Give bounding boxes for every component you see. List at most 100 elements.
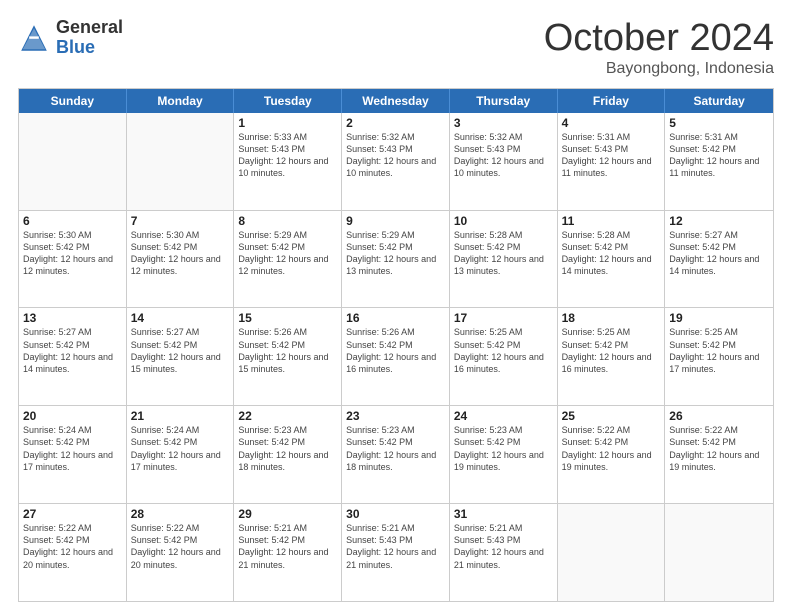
day-number: 24 (454, 409, 553, 423)
calendar-cell-13: 13Sunrise: 5:27 AM Sunset: 5:42 PM Dayli… (19, 308, 127, 405)
day-number: 27 (23, 507, 122, 521)
day-info: Sunrise: 5:21 AM Sunset: 5:42 PM Dayligh… (238, 522, 337, 571)
day-number: 1 (238, 116, 337, 130)
day-info: Sunrise: 5:27 AM Sunset: 5:42 PM Dayligh… (669, 229, 769, 278)
calendar-cell-15: 15Sunrise: 5:26 AM Sunset: 5:42 PM Dayli… (234, 308, 342, 405)
logo-blue-label: Blue (56, 38, 123, 58)
calendar-cell-16: 16Sunrise: 5:26 AM Sunset: 5:42 PM Dayli… (342, 308, 450, 405)
calendar-row-1: 6 Sunrise: 5:30 AM Sunset: 5:42 PM Daylig… (19, 210, 773, 308)
day-number: 20 (23, 409, 122, 423)
day-info: Sunrise: 5:28 AM Sunset: 5:42 PM Dayligh… (562, 229, 661, 278)
header: General Blue October 2024 Bayongbong, In… (18, 18, 774, 78)
calendar-row-3: 20 Sunrise: 5:24 AM Sunset: 5:42 PM Dayli… (19, 405, 773, 503)
day-number: 21 (131, 409, 230, 423)
calendar-cell-6: 6Sunrise: 5:30 AM Sunset: 5:42 PM Daylig… (19, 211, 127, 308)
day-number: 6 (23, 214, 122, 228)
logo: General Blue (18, 18, 123, 58)
day-number: 10 (454, 214, 553, 228)
day-info: Sunrise: 5:33 AM Sunset: 5:43 PM Dayligh… (238, 131, 337, 180)
day-info: Sunrise: 5:22 AM Sunset: 5:42 PM Dayligh… (562, 424, 661, 473)
day-info: Sunrise: 5:31 AM Sunset: 5:43 PM Dayligh… (562, 131, 661, 180)
calendar-cell-empty (127, 113, 235, 210)
calendar-cell-18: 18Sunrise: 5:25 AM Sunset: 5:42 PM Dayli… (558, 308, 666, 405)
header-tuesday: Tuesday (234, 89, 342, 113)
calendar-cell-29: 29Sunrise: 5:21 AM Sunset: 5:42 PM Dayli… (234, 504, 342, 601)
day-info: Sunrise: 5:27 AM Sunset: 5:42 PM Dayligh… (131, 326, 230, 375)
day-number: 19 (669, 311, 769, 325)
day-number: 26 (669, 409, 769, 423)
day-number: 9 (346, 214, 445, 228)
calendar-row-2: 13Sunrise: 5:27 AM Sunset: 5:42 PM Dayli… (19, 307, 773, 405)
day-info: Sunrise: 5:24 AM Sunset: 5:42 PM Dayligh… (131, 424, 230, 473)
day-number: 12 (669, 214, 769, 228)
calendar-row-0: 1Sunrise: 5:33 AM Sunset: 5:43 PM Daylig… (19, 113, 773, 210)
header-monday: Monday (127, 89, 235, 113)
header-wednesday: Wednesday (342, 89, 450, 113)
calendar-cell-22: 22Sunrise: 5:23 AM Sunset: 5:42 PM Dayli… (234, 406, 342, 503)
calendar: Sunday Monday Tuesday Wednesday Thursday… (18, 88, 774, 602)
header-friday: Friday (558, 89, 666, 113)
logo-general-label: General (56, 18, 123, 38)
calendar-cell-20: 20Sunrise: 5:24 AM Sunset: 5:42 PM Dayli… (19, 406, 127, 503)
day-number: 7 (131, 214, 230, 228)
title-location: Bayongbong, Indonesia (544, 60, 774, 78)
day-number: 30 (346, 507, 445, 521)
title-month: October 2024 (544, 18, 774, 60)
day-number: 29 (238, 507, 337, 521)
calendar-header: Sunday Monday Tuesday Wednesday Thursday… (19, 89, 773, 113)
day-number: 4 (562, 116, 661, 130)
day-number: 5 (669, 116, 769, 130)
calendar-row-4: 27 Sunrise: 5:22 AM Sunset: 5:42 PM Dayli… (19, 503, 773, 601)
calendar-cell-17: 17Sunrise: 5:25 AM Sunset: 5:42 PM Dayli… (450, 308, 558, 405)
calendar-cell-12: 12Sunrise: 5:27 AM Sunset: 5:42 PM Dayli… (665, 211, 773, 308)
calendar-cell-11: 11Sunrise: 5:28 AM Sunset: 5:42 PM Dayli… (558, 211, 666, 308)
day-info: Sunrise: 5:22 AM Sunset: 5:42 PM Dayligh… (131, 522, 230, 571)
calendar-cell-3: 3Sunrise: 5:32 AM Sunset: 5:43 PM Daylig… (450, 113, 558, 210)
day-info: Sunrise: 5:29 AM Sunset: 5:42 PM Dayligh… (238, 229, 337, 278)
day-info: Sunrise: 5:29 AM Sunset: 5:42 PM Dayligh… (346, 229, 445, 278)
day-info: Sunrise: 5:32 AM Sunset: 5:43 PM Dayligh… (454, 131, 553, 180)
header-saturday: Saturday (665, 89, 773, 113)
day-info: Sunrise: 5:31 AM Sunset: 5:42 PM Dayligh… (669, 131, 769, 180)
calendar-cell-empty (19, 113, 127, 210)
calendar-cell-14: 14Sunrise: 5:27 AM Sunset: 5:42 PM Dayli… (127, 308, 235, 405)
day-number: 14 (131, 311, 230, 325)
day-info: Sunrise: 5:21 AM Sunset: 5:43 PM Dayligh… (454, 522, 553, 571)
calendar-cell-19: 19Sunrise: 5:25 AM Sunset: 5:42 PM Dayli… (665, 308, 773, 405)
day-info: Sunrise: 5:26 AM Sunset: 5:42 PM Dayligh… (346, 326, 445, 375)
day-info: Sunrise: 5:30 AM Sunset: 5:42 PM Dayligh… (131, 229, 230, 278)
day-number: 28 (131, 507, 230, 521)
calendar-cell-empty (665, 504, 773, 601)
day-info: Sunrise: 5:23 AM Sunset: 5:42 PM Dayligh… (346, 424, 445, 473)
calendar-cell-7: 7Sunrise: 5:30 AM Sunset: 5:42 PM Daylig… (127, 211, 235, 308)
calendar-cell-9: 9Sunrise: 5:29 AM Sunset: 5:42 PM Daylig… (342, 211, 450, 308)
title-block: October 2024 Bayongbong, Indonesia (544, 18, 774, 78)
calendar-cell-21: 21Sunrise: 5:24 AM Sunset: 5:42 PM Dayli… (127, 406, 235, 503)
calendar-cell-5: 5Sunrise: 5:31 AM Sunset: 5:42 PM Daylig… (665, 113, 773, 210)
calendar-cell-8: 8Sunrise: 5:29 AM Sunset: 5:42 PM Daylig… (234, 211, 342, 308)
calendar-cell-2: 2Sunrise: 5:32 AM Sunset: 5:43 PM Daylig… (342, 113, 450, 210)
day-number: 2 (346, 116, 445, 130)
calendar-cell-1: 1Sunrise: 5:33 AM Sunset: 5:43 PM Daylig… (234, 113, 342, 210)
calendar-cell-24: 24Sunrise: 5:23 AM Sunset: 5:42 PM Dayli… (450, 406, 558, 503)
calendar-cell-30: 30Sunrise: 5:21 AM Sunset: 5:43 PM Dayli… (342, 504, 450, 601)
calendar-body: 1Sunrise: 5:33 AM Sunset: 5:43 PM Daylig… (19, 113, 773, 601)
calendar-cell-31: 31Sunrise: 5:21 AM Sunset: 5:43 PM Dayli… (450, 504, 558, 601)
page: General Blue October 2024 Bayongbong, In… (0, 0, 792, 612)
day-info: Sunrise: 5:22 AM Sunset: 5:42 PM Dayligh… (669, 424, 769, 473)
calendar-cell-10: 10Sunrise: 5:28 AM Sunset: 5:42 PM Dayli… (450, 211, 558, 308)
day-number: 17 (454, 311, 553, 325)
day-info: Sunrise: 5:25 AM Sunset: 5:42 PM Dayligh… (562, 326, 661, 375)
day-number: 31 (454, 507, 553, 521)
day-info: Sunrise: 5:23 AM Sunset: 5:42 PM Dayligh… (454, 424, 553, 473)
day-info: Sunrise: 5:21 AM Sunset: 5:43 PM Dayligh… (346, 522, 445, 571)
calendar-cell-23: 23Sunrise: 5:23 AM Sunset: 5:42 PM Dayli… (342, 406, 450, 503)
day-number: 22 (238, 409, 337, 423)
day-info: Sunrise: 5:27 AM Sunset: 5:42 PM Dayligh… (23, 326, 122, 375)
day-info: Sunrise: 5:28 AM Sunset: 5:42 PM Dayligh… (454, 229, 553, 278)
day-number: 13 (23, 311, 122, 325)
calendar-cell-4: 4Sunrise: 5:31 AM Sunset: 5:43 PM Daylig… (558, 113, 666, 210)
day-info: Sunrise: 5:25 AM Sunset: 5:42 PM Dayligh… (454, 326, 553, 375)
calendar-cell-28: 28Sunrise: 5:22 AM Sunset: 5:42 PM Dayli… (127, 504, 235, 601)
calendar-cell-25: 25Sunrise: 5:22 AM Sunset: 5:42 PM Dayli… (558, 406, 666, 503)
